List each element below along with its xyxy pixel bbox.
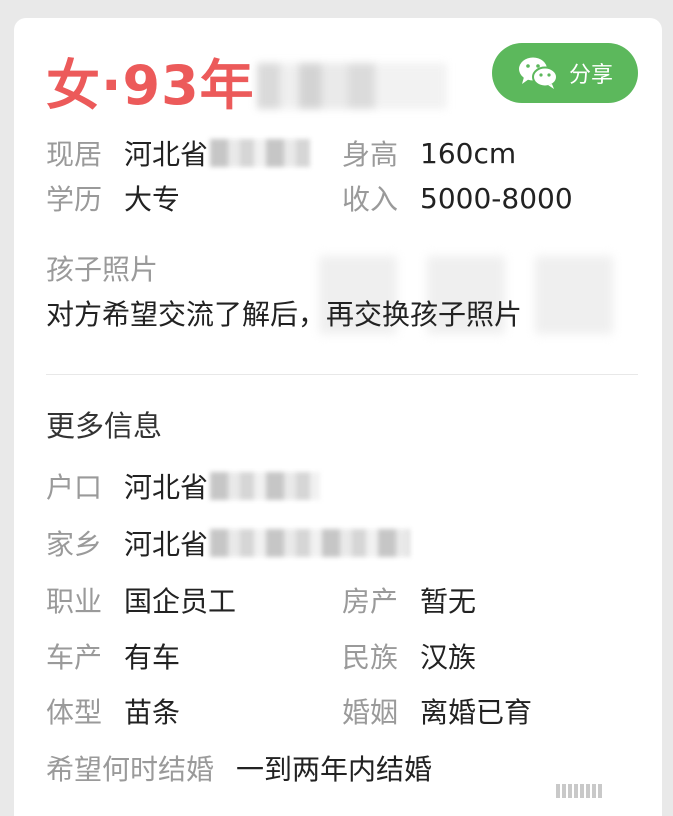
hukou-label: 户口 [46, 471, 103, 504]
wedding-value: 一到两年内结婚 [236, 753, 433, 786]
height-row: 身高 160cm [342, 133, 516, 173]
blurred-hukou-detail [210, 472, 321, 500]
profile-card: 女·93年 分享 现居 河北省 身高 160cm 学历 大专 收入 5000-8… [14, 18, 662, 816]
property-row: 房产 暂无 [342, 580, 476, 620]
profile-title: 女·93年 [46, 46, 447, 126]
car-value: 有车 [124, 641, 181, 674]
residence-row: 现居 河北省 [46, 133, 311, 173]
blurred-residence-detail [210, 139, 311, 167]
residence-value: 河北省 [124, 138, 209, 171]
height-value: 160cm [420, 136, 517, 170]
more-info-title: 更多信息 [46, 409, 163, 443]
blurred-name [256, 63, 447, 109]
income-value: 5000-8000 [420, 181, 573, 215]
residence-label: 现居 [46, 138, 103, 171]
hukou-row: 户口 河北省 [46, 466, 321, 506]
property-label: 房产 [342, 585, 399, 618]
body-row: 体型 苗条 [46, 691, 180, 731]
gender-age-title: 女·93年 [46, 54, 255, 117]
blurred-hometown-detail [210, 529, 411, 557]
education-row: 学历 大专 [46, 178, 180, 218]
body-value: 苗条 [124, 696, 181, 729]
ethnic-row: 民族 汉族 [342, 636, 476, 676]
job-value: 国企员工 [124, 585, 237, 618]
hometown-value: 河北省 [124, 528, 209, 561]
height-label: 身高 [342, 138, 399, 171]
ethnic-label: 民族 [342, 641, 399, 674]
share-label: 分享 [568, 63, 613, 88]
hometown-row: 家乡 河北省 [46, 523, 411, 563]
divider [46, 374, 638, 375]
car-row: 车产 有车 [46, 636, 180, 676]
job-row: 职业 国企员工 [46, 580, 236, 620]
job-label: 职业 [46, 585, 103, 618]
income-row: 收入 5000-8000 [342, 178, 573, 218]
child-photo-label: 孩子照片 [46, 253, 159, 286]
wedding-label: 希望何时结婚 [46, 753, 215, 786]
marriage-row: 婚姻 离婚已育 [342, 691, 532, 731]
property-value: 暂无 [420, 585, 477, 618]
share-button[interactable]: 分享 [492, 43, 638, 103]
ethnic-value: 汉族 [420, 641, 477, 674]
education-label: 学历 [46, 183, 103, 216]
wechat-icon [517, 55, 559, 91]
blurred-photo-3 [535, 256, 613, 334]
child-photo-note: 对方希望交流了解后，再交换孩子照片 [46, 298, 523, 331]
hometown-label: 家乡 [46, 528, 103, 561]
education-value: 大专 [124, 183, 181, 216]
car-label: 车产 [46, 641, 103, 674]
watermark-bars [556, 780, 656, 802]
income-label: 收入 [342, 183, 399, 216]
body-label: 体型 [46, 696, 103, 729]
marriage-value: 离婚已育 [420, 696, 533, 729]
wedding-row: 希望何时结婚 一到两年内结婚 [46, 748, 432, 788]
marriage-label: 婚姻 [342, 696, 399, 729]
hukou-value: 河北省 [124, 471, 209, 504]
